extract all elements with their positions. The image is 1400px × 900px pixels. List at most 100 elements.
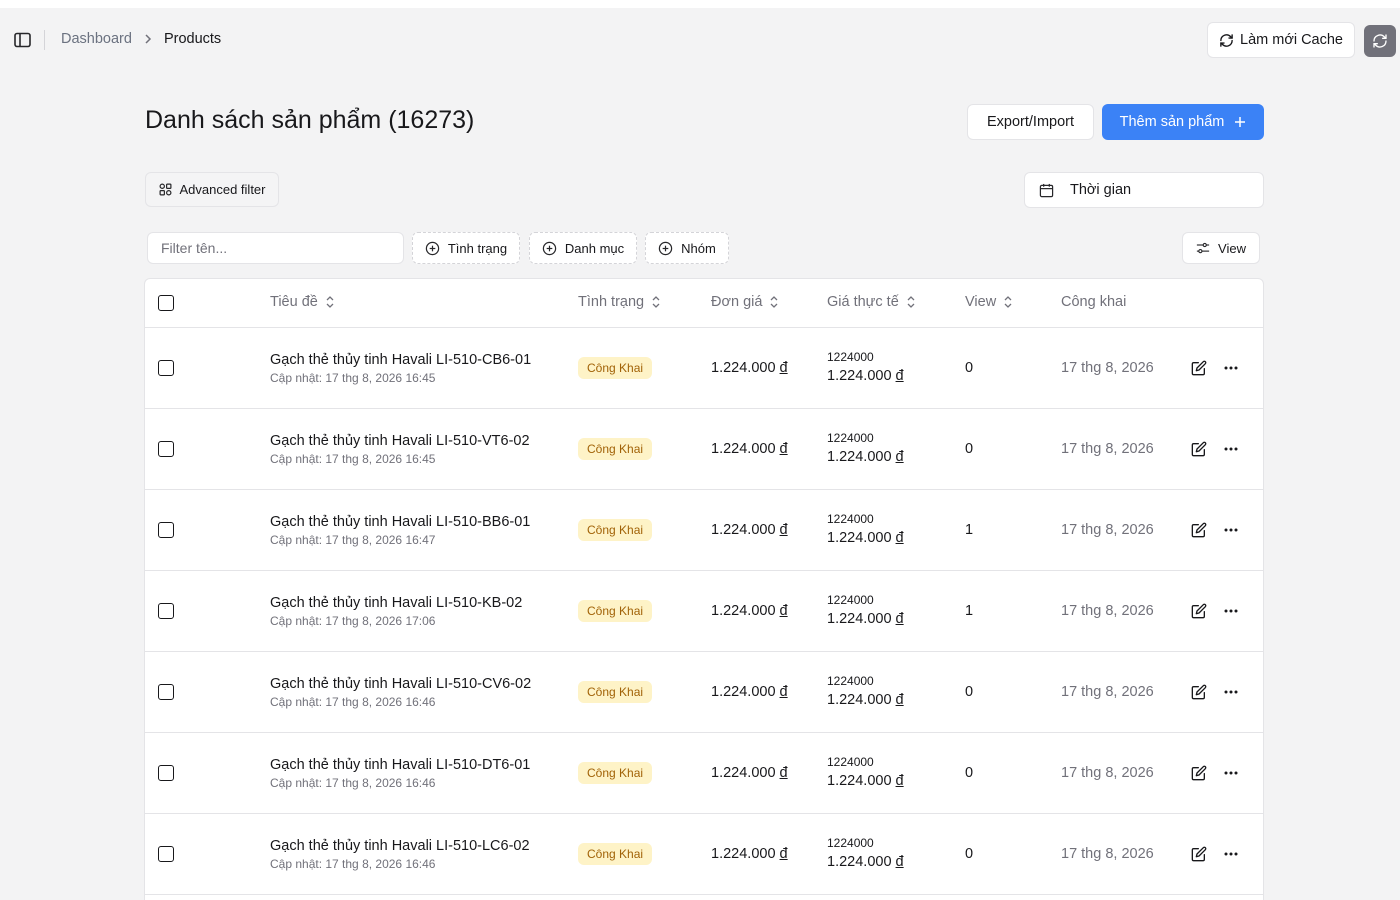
edit-icon[interactable] <box>1190 764 1208 782</box>
sort-icon <box>1004 296 1012 308</box>
view-count: 0 <box>965 684 974 700</box>
more-icon[interactable] <box>1222 845 1240 863</box>
row-checkbox[interactable] <box>158 765 174 781</box>
more-icon[interactable] <box>1222 602 1240 620</box>
name-filter-input[interactable] <box>147 232 404 264</box>
status-filter-button[interactable]: Tình trạng <box>412 232 520 264</box>
select-all-checkbox[interactable] <box>158 295 174 311</box>
column-real-price-label: Giá thực tế <box>827 294 899 310</box>
column-header-unit-price[interactable]: Đơn giá <box>711 294 778 310</box>
category-filter-button[interactable]: Danh mục <box>529 232 637 264</box>
column-unit-price-label: Đơn giá <box>711 294 763 310</box>
real-price-raw: 1224000 <box>827 512 874 526</box>
row-checkbox[interactable] <box>158 684 174 700</box>
column-header-published: Công khai <box>1061 294 1126 310</box>
real-price-raw: 1224000 <box>827 755 874 769</box>
view-count: 0 <box>965 846 974 862</box>
product-title[interactable]: Gạch thẻ thủy tinh Havali LI-510-KB-02 <box>270 595 522 611</box>
refresh-cache-label: Làm mới Cache <box>1240 32 1343 48</box>
table-header: Tiêu đề Tình trạng Đơn giá Giá thực tế V… <box>145 279 1263 328</box>
edit-icon[interactable] <box>1190 440 1208 458</box>
edit-icon[interactable] <box>1190 683 1208 701</box>
product-title[interactable]: Gạch thẻ thủy tinh Havali LI-510-VT6-02 <box>270 433 530 449</box>
real-price-formatted: 1.224.000 đ <box>827 611 904 627</box>
edit-icon[interactable] <box>1190 521 1208 539</box>
real-price-formatted: 1.224.000 đ <box>827 854 904 870</box>
top-header: Dashboard Products Làm mới Cache <box>0 8 1400 72</box>
group-filter-label: Nhóm <box>681 240 716 256</box>
product-title[interactable]: Gạch thẻ thủy tinh Havali LI-510-CV6-02 <box>270 676 531 692</box>
product-updated: Cập nhật: 17 thg 8, 2026 16:47 <box>270 533 436 547</box>
column-published-label: Công khai <box>1061 294 1127 310</box>
row-checkbox[interactable] <box>158 360 174 376</box>
more-icon[interactable] <box>1222 440 1240 458</box>
row-checkbox[interactable] <box>158 441 174 457</box>
more-icon[interactable] <box>1222 521 1240 539</box>
calendar-icon <box>1039 183 1054 197</box>
table-row: Gạch thẻ thủy tinh Havali LI-510-VT6-02 … <box>145 409 1263 490</box>
refresh-cache-button[interactable]: Làm mới Cache <box>1207 22 1355 58</box>
real-price-formatted: 1.224.000 đ <box>827 449 904 465</box>
add-product-label: Thêm sản phẩm <box>1119 114 1225 130</box>
sidebar-toggle-button[interactable] <box>12 30 32 50</box>
edit-icon[interactable] <box>1190 845 1208 863</box>
unit-price: 1.224.000 đ <box>711 522 788 538</box>
real-price-raw: 1224000 <box>827 350 874 364</box>
status-filter-label: Tình trạng <box>447 240 508 256</box>
table-row: Gạch thẻ thủy tinh Havali LI-510-LC6-02 … <box>145 814 1263 895</box>
refresh-icon <box>1373 34 1387 48</box>
more-icon[interactable] <box>1222 683 1240 701</box>
chevron-right-icon <box>144 34 152 44</box>
sort-icon <box>907 296 915 308</box>
breadcrumb-dashboard[interactable]: Dashboard <box>61 31 132 47</box>
breadcrumb-products: Products <box>163 31 222 47</box>
published-date: 17 thg 8, 2026 <box>1061 360 1154 376</box>
published-date: 17 thg 8, 2026 <box>1061 603 1154 619</box>
row-checkbox[interactable] <box>158 522 174 538</box>
time-picker-button[interactable]: Thời gian <box>1024 172 1264 208</box>
group-filter-button[interactable]: Nhóm <box>645 232 729 264</box>
product-title[interactable]: Gạch thẻ thủy tinh Havali LI-510-LC6-02 <box>270 838 530 854</box>
product-updated: Cập nhật: 17 thg 8, 2026 16:46 <box>270 776 436 790</box>
more-icon[interactable] <box>1222 359 1240 377</box>
column-header-status[interactable]: Tình trạng <box>578 294 660 310</box>
row-checkbox[interactable] <box>158 846 174 862</box>
view-count: 0 <box>965 360 974 376</box>
product-title[interactable]: Gạch thẻ thủy tinh Havali LI-510-DT6-01 <box>270 757 530 773</box>
add-product-button[interactable]: Thêm sản phẩm <box>1102 104 1264 140</box>
column-header-views[interactable]: View <box>965 294 1012 310</box>
row-checkbox[interactable] <box>158 603 174 619</box>
advanced-filter-button[interactable]: Advanced filter <box>145 172 279 207</box>
real-price-raw: 1224000 <box>827 593 874 607</box>
table-row: Gạch thẻ thủy tinh Havali LI-510-DT6-01 … <box>145 733 1263 814</box>
unit-price: 1.224.000 đ <box>711 441 788 457</box>
status-badge: Công Khai <box>578 843 653 865</box>
sort-icon <box>326 296 334 308</box>
refresh-data-button[interactable] <box>1364 25 1396 57</box>
breadcrumb: Dashboard Products <box>61 31 221 47</box>
published-date: 17 thg 8, 2026 <box>1061 441 1154 457</box>
product-updated: Cập nhật: 17 thg 8, 2026 16:45 <box>270 452 436 466</box>
column-header-real-price[interactable]: Giá thực tế <box>827 294 915 310</box>
edit-icon[interactable] <box>1190 602 1208 620</box>
plus-circle-icon <box>542 241 557 255</box>
unit-price: 1.224.000 đ <box>711 765 788 781</box>
product-title[interactable]: Gạch thẻ thủy tinh Havali LI-510-BB6-01 <box>270 514 530 530</box>
filter-icon <box>159 183 171 196</box>
view-options-button[interactable]: View <box>1182 232 1260 264</box>
plus-icon <box>1235 117 1246 127</box>
product-updated: Cập nhật: 17 thg 8, 2026 16:45 <box>270 371 436 385</box>
export-import-button[interactable]: Export/Import <box>967 104 1094 140</box>
plus-circle-icon <box>425 241 440 255</box>
view-options-label: View <box>1218 240 1246 256</box>
published-date: 17 thg 8, 2026 <box>1061 684 1154 700</box>
sort-icon <box>652 296 660 308</box>
page-title: Danh sách sản phẩm (16273) <box>145 106 475 134</box>
edit-icon[interactable] <box>1190 359 1208 377</box>
column-header-title[interactable]: Tiêu đề <box>270 294 334 310</box>
more-icon[interactable] <box>1222 764 1240 782</box>
column-status-label: Tình trạng <box>578 294 645 310</box>
column-title-label: Tiêu đề <box>270 294 318 310</box>
view-count: 0 <box>965 441 974 457</box>
product-title[interactable]: Gạch thẻ thủy tinh Havali LI-510-CB6-01 <box>270 352 531 368</box>
